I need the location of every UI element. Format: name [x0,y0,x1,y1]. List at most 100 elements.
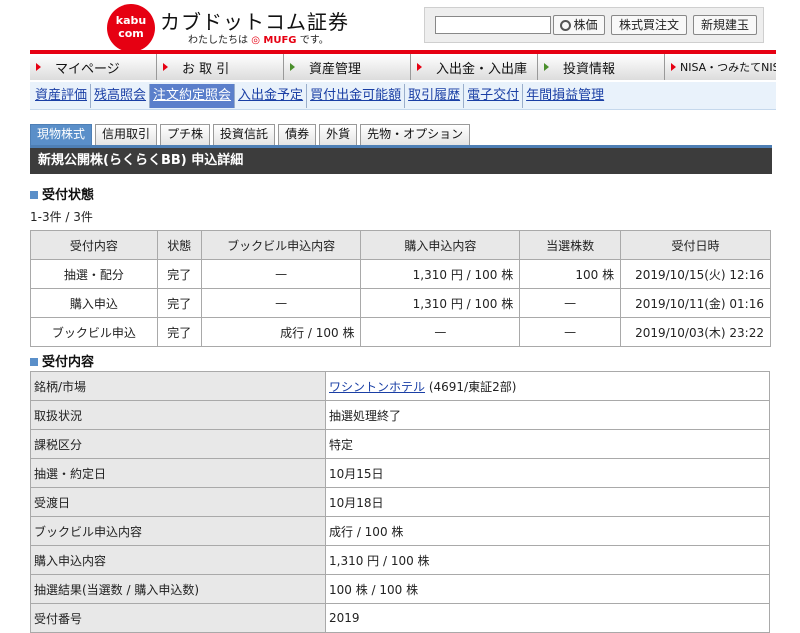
col-header: ブックビル申込内容 [200,230,362,260]
bullet-square-icon [30,191,38,199]
detail-key: 取扱状況 [30,400,326,430]
detail-row-issue: 銘柄/市場 ワシントンホテル (4691/東証2部) [30,371,770,401]
subnav-buying-power[interactable]: 買付出金可能額 [307,83,406,108]
brand-sub-suffix: です。 [299,35,329,46]
subnav-deposit-schedule[interactable]: 入出金予定 [235,83,308,108]
brand-subtitle: わたしたちは ◎ MUFG です。 [188,31,329,46]
logo-text-kabu: kabu [115,14,147,27]
subnav-asset-valuation[interactable]: 資産評価 [32,83,92,108]
table-row: 抽選・配分 完了 — 1,310 円 / 100 株 100 株 2019/10… [30,259,771,289]
cell-allotted: — [519,317,622,347]
subnav-transaction-history[interactable]: 取引履歴 [405,83,465,108]
table-row: ブックビル申込 完了 成行 / 100 株 — — 2019/10/03(木) … [30,317,771,347]
cell-receipt-type: 購入申込 [30,288,158,318]
detail-value: 10月18日 [325,487,770,517]
nav-label: 入出金・入出庫 [436,61,528,77]
stock-price-button[interactable]: 株価 [553,15,605,35]
detail-key: 銘柄/市場 [30,371,326,401]
cell-purchase: 1,310 円 / 100 株 [360,288,521,318]
cell-datetime: 2019/10/15(火) 12:16 [620,259,771,289]
cell-bookbuild: — [200,288,362,318]
cell-datetime: 2019/10/11(金) 01:16 [620,288,771,318]
tab-petit-stock[interactable]: プチ株 [160,124,211,145]
tab-foreign-currency[interactable]: 外貨 [319,124,358,145]
detail-row: 抽選結果(当選数 / 購入申込数) 100 株 / 100 株 [30,574,770,604]
tab-margin-trading[interactable]: 信用取引 [95,124,158,145]
tab-bonds[interactable]: 債券 [278,124,317,145]
cell-datetime: 2019/10/03(木) 23:22 [620,317,771,347]
col-header: 当選株数 [519,230,622,260]
detail-key: 抽選・約定日 [30,458,326,488]
brand-sub-prefix: わたしたちは [188,35,248,46]
cell-receipt-type: 抽選・配分 [30,259,158,289]
issue-market: (4691/東証2部) [425,379,517,394]
cell-status: 完了 [156,259,202,289]
table-row: 購入申込 完了 — 1,310 円 / 100 株 — 2019/10/11(金… [30,288,771,318]
arrow-icon [163,63,168,71]
detail-row: ブックビル申込内容 成行 / 100 株 [30,516,770,546]
detail-row: 購入申込内容 1,310 円 / 100 株 [30,545,770,575]
detail-key: 受付番号 [30,603,326,633]
tab-investment-trust[interactable]: 投資信託 [213,124,276,145]
cell-bookbuild: — [200,259,362,289]
cell-allotted: 100 株 [519,259,622,289]
detail-value: 抽選処理終了 [325,400,770,430]
detail-value: 10月15日 [325,458,770,488]
stock-price-label: 株価 [573,18,598,32]
search-icon [560,20,572,31]
detail-value: 100 株 / 100 株 [325,574,770,604]
subnav-electronic-delivery[interactable]: 電子交付 [464,83,524,108]
nav-label: 投資情報 [563,61,616,77]
bullet-square-icon [30,358,38,366]
stock-search-input[interactable] [435,16,551,34]
nav-investment-info[interactable]: 投資情報 [538,54,665,80]
detail-key: 課税区分 [30,429,326,459]
detail-row: 受付番号 2019 [30,603,770,633]
detail-key: ブックビル申込内容 [30,516,326,546]
cell-status: 完了 [156,288,202,318]
detail-value: 1,310 円 / 100 株 [325,545,770,575]
stock-buy-order-button[interactable]: 株式買注文 [611,15,687,35]
nav-trade[interactable]: お 取 引 [157,54,284,80]
kabucom-logo[interactable]: kabu com [107,4,155,52]
detail-section-heading: 受付内容 [30,351,94,370]
main-nav: マイページ お 取 引 資産管理 入出金・入出庫 投資情報 NISA・つみたてN… [30,50,776,80]
tab-futures-options[interactable]: 先物・オプション [360,124,471,145]
detail-key: 抽選結果(当選数 / 購入申込数) [30,574,326,604]
detail-row: 取扱状況 抽選処理終了 [30,400,770,430]
arrow-icon [544,63,549,71]
subnav-annual-pl[interactable]: 年間損益管理 [523,84,607,108]
col-header: 受付日時 [620,230,771,260]
issue-name-link[interactable]: ワシントンホテル [329,380,425,394]
subnav-order-execution-inquiry[interactable]: 注文約定照会 [150,83,236,108]
arrow-icon [671,63,676,71]
detail-value: 特定 [325,429,770,459]
cell-allotted: — [519,288,622,318]
nav-mypage[interactable]: マイページ [30,54,157,80]
detail-value: 2019 [325,603,770,633]
detail-heading-text: 受付内容 [42,355,95,370]
tab-spot-stocks[interactable]: 現物株式 [30,124,93,145]
nav-nisa[interactable]: NISA・つみたてNISA [665,54,776,80]
status-table: 受付内容 状態 ブックビル申込内容 購入申込内容 当選株数 受付日時 抽選・配分… [30,230,771,347]
table-header-row: 受付内容 状態 ブックビル申込内容 購入申込内容 当選株数 受付日時 [30,230,771,260]
header-search-box: 株価 株式買注文 新規建玉 [424,7,764,43]
mufg-text: MUFG [263,35,297,46]
col-header: 受付内容 [30,230,158,260]
page-title: 新規公開株(らくらくBB) 申込詳細 [30,145,772,174]
cell-bookbuild: 成行 / 100 株 [200,317,362,347]
nav-label: NISA・つみたてNISA [680,61,776,74]
subnav-balance-inquiry[interactable]: 残高照会 [91,83,151,108]
nav-asset-management[interactable]: 資産管理 [284,54,411,80]
sub-nav: 資産評価 残高照会 注文約定照会 入出金予定 買付出金可能額 取引履歴 電子交付… [30,82,776,110]
arrow-icon [36,63,41,71]
nav-deposit-withdrawal[interactable]: 入出金・入出庫 [411,54,538,80]
detail-value: ワシントンホテル (4691/東証2部) [325,371,770,401]
detail-row: 受渡日 10月18日 [30,487,770,517]
new-position-button[interactable]: 新規建玉 [693,15,757,35]
nav-label: マイページ [55,61,120,77]
status-heading-text: 受付状態 [42,188,95,203]
mufg-logo: ◎ MUFG [251,35,297,46]
arrow-icon [417,63,422,71]
logo-text-com: com [118,27,144,40]
